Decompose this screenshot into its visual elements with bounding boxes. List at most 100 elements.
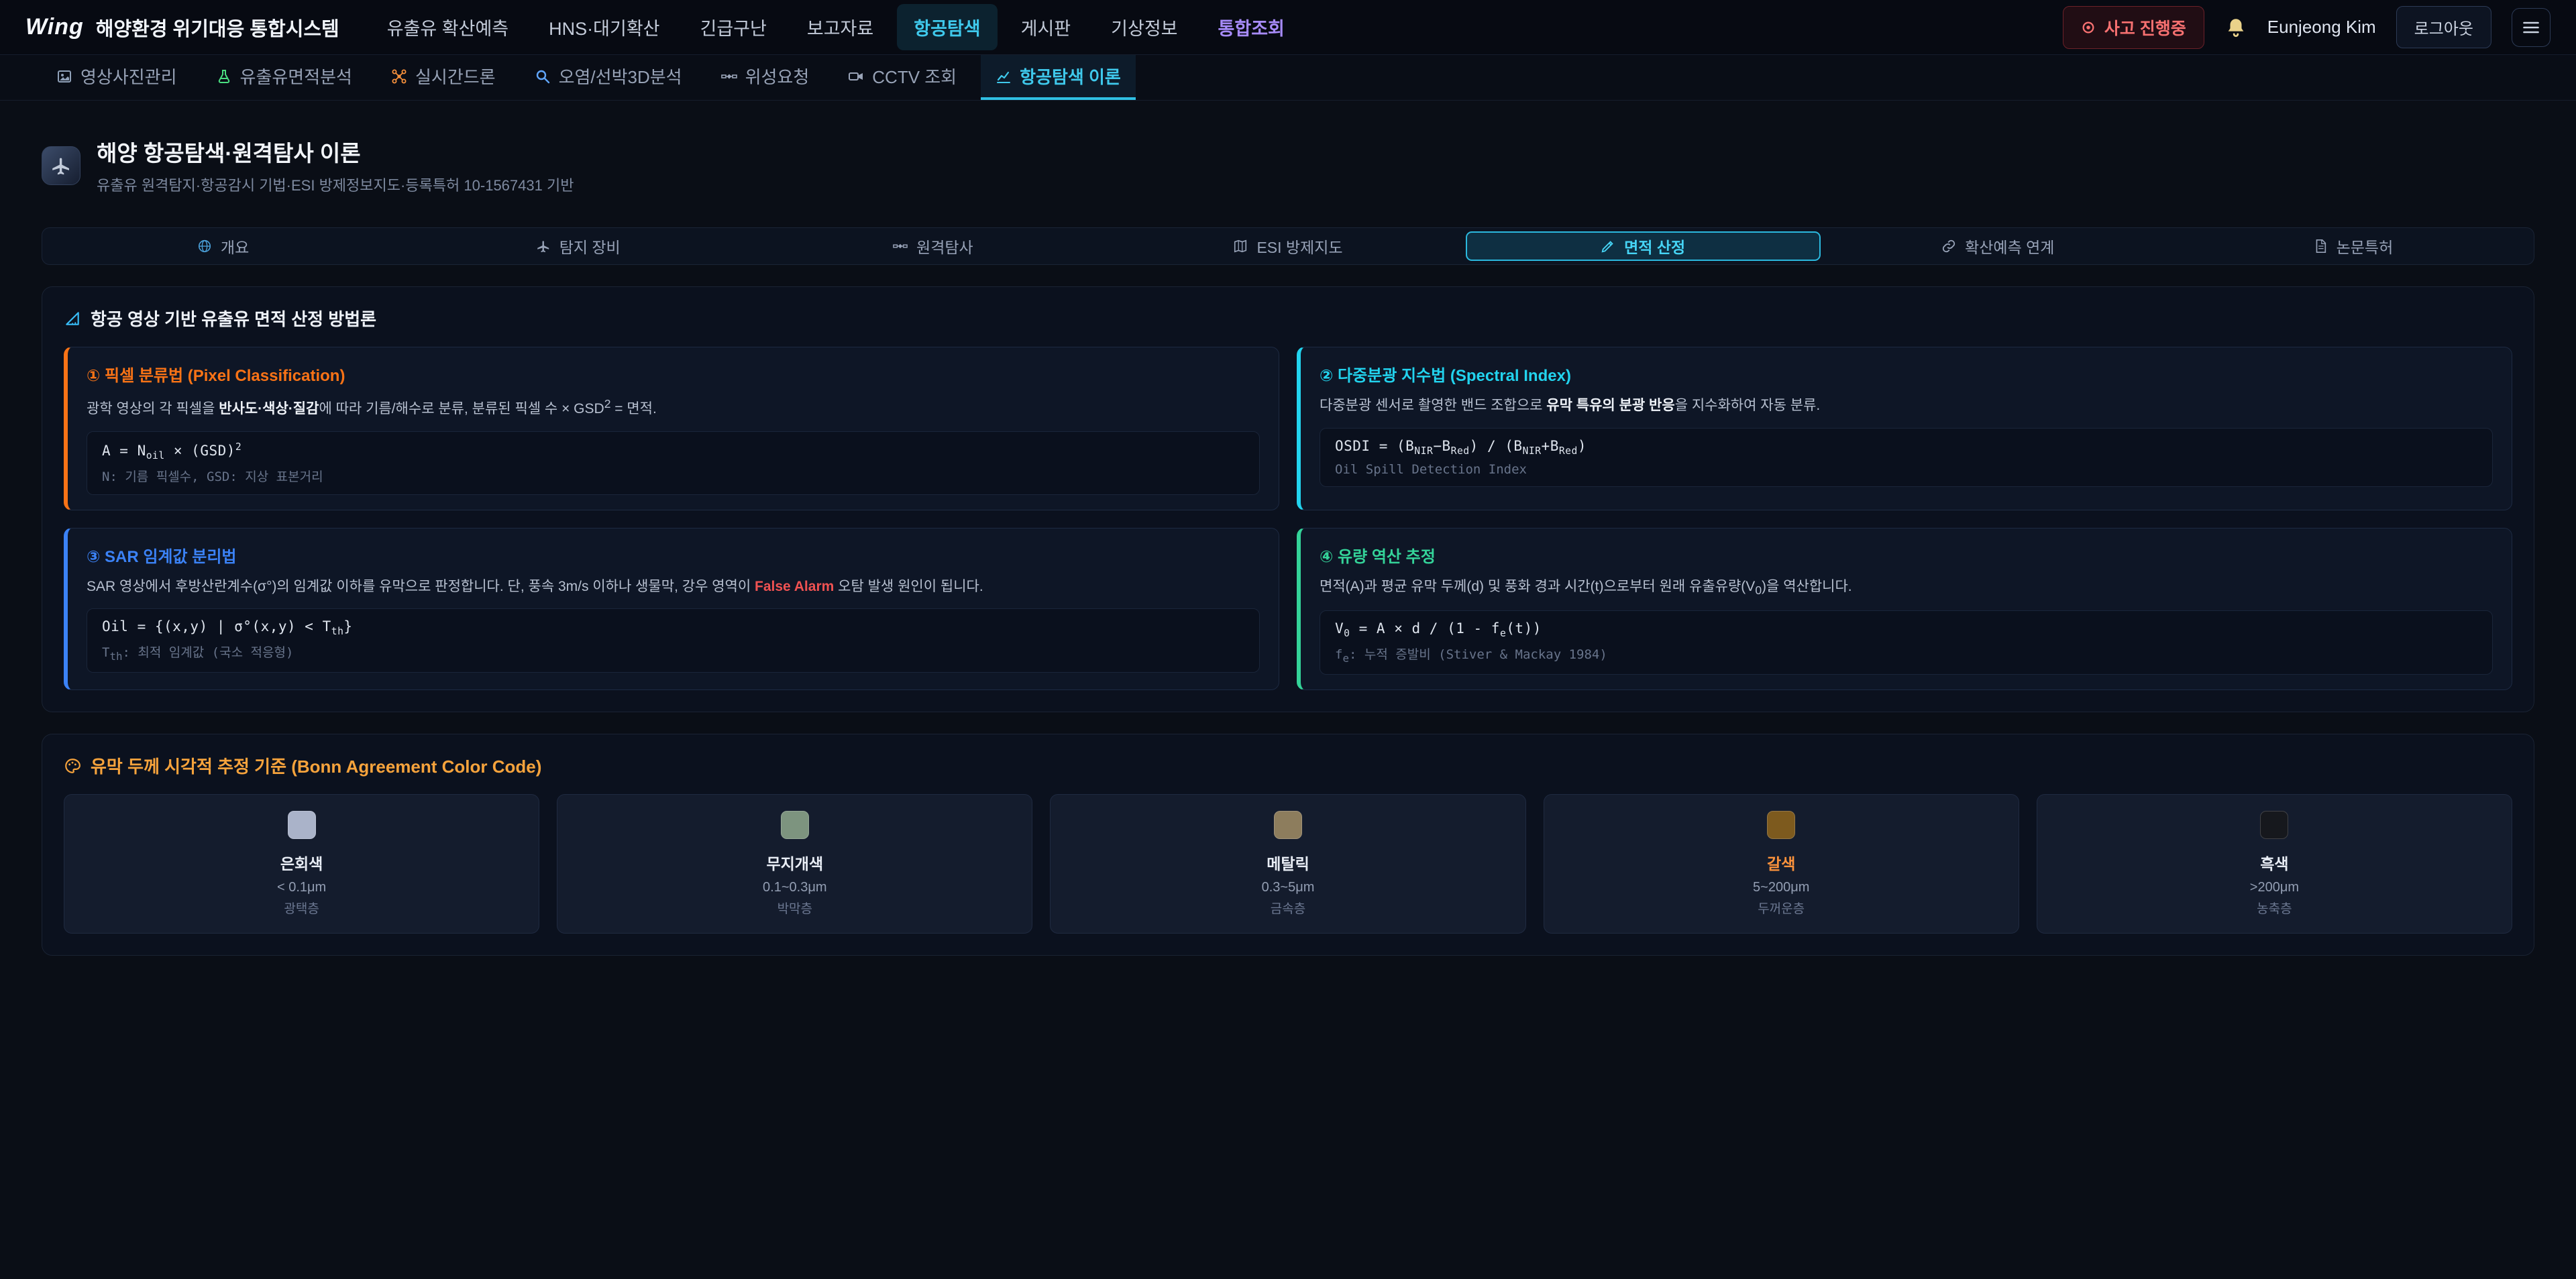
method-card-description: SAR 영상에서 후방산란계수(σ°)의 임계값 이하를 유막으로 판정합니다.… [87, 576, 1260, 598]
formula-note: N: 기름 픽셀수, GSD: 지상 표본거리 [102, 467, 1244, 485]
subnav-aerial-theory[interactable]: 항공탐색 이론 [981, 55, 1136, 100]
menu-item-emergency-rescue[interactable]: 긴급구난 [684, 4, 784, 50]
page-title: 해양 항공탐색·원격탐사 이론 [97, 135, 574, 168]
tab-area-calculation[interactable]: 면적 산정 [1466, 231, 1821, 261]
thickness-name: 은회색 [78, 851, 525, 874]
subnav-label: 항공탐색 이론 [1020, 64, 1121, 89]
theory-tab-bar: 개요 탐지 장비 원격탐사 ESI 방제지도 면적 산정 [42, 227, 2534, 265]
menu-item-oil-spill-prediction[interactable]: 유출유 확산예측 [370, 4, 525, 50]
formula: V0 = A × d / (1 - fe(t)) [1335, 620, 2477, 639]
incident-status-badge[interactable]: 사고 진행중 [2063, 6, 2204, 49]
thickness-card-metallic: 메탈릭 0.3~5μm 금속층 [1050, 794, 1525, 934]
thickness-layer: 농축층 [2051, 899, 2498, 917]
formula: OSDI = (BNIR−BRed) / (BNIR+BRed) [1335, 438, 2477, 457]
main-menu: 유출유 확산예측 HNS·대기확산 긴급구난 보고자료 항공탐색 게시판 기상정… [370, 4, 1301, 50]
flask-icon [216, 68, 232, 85]
plane-icon [536, 239, 551, 254]
thickness-layer: 박막층 [571, 899, 1018, 917]
navbar-right: 사고 진행중 Eunjeong Kim 로그아웃 [2063, 6, 2551, 49]
hamburger-icon [2522, 18, 2540, 37]
thickness-card-silver-gray: 은회색 < 0.1μm 광택층 [64, 794, 539, 934]
subnav-label: CCTV 조회 [872, 64, 957, 89]
page-header-plane-icon [42, 146, 80, 185]
method-card-description: 광학 영상의 각 픽셀을 반사도·색상·질감에 따라 기름/해수로 분류, 분류… [87, 395, 1260, 421]
thickness-name: 갈색 [1558, 851, 2005, 874]
thickness-layer: 금속층 [1064, 899, 1511, 917]
methods-grid: ① 픽셀 분류법 (Pixel Classification) 광학 영상의 각… [64, 347, 2512, 690]
formula-block: A = Noil × (GSD)2 N: 기름 픽셀수, GSD: 지상 표본거… [87, 431, 1260, 495]
tab-label: 면적 산정 [1624, 235, 1685, 258]
area-calculation-methods-panel: 항공 영상 기반 유출유 면적 산정 방법론 ① 픽셀 분류법 (Pixel C… [42, 286, 2534, 712]
subnav-label: 유출유면적분석 [240, 64, 352, 89]
notifications-bell-icon[interactable] [2224, 16, 2247, 39]
bonn-grid: 은회색 < 0.1μm 광택층 무지개색 0.1~0.3μm 박막층 메탈릭 0… [64, 794, 2512, 934]
document-icon [2313, 239, 2328, 254]
top-navbar: Wing 해양환경 위기대응 통합시스템 유출유 확산예측 HNS·대기확산 긴… [0, 0, 2576, 55]
thickness-layer: 두꺼운층 [1558, 899, 2005, 917]
thickness-range: >200μm [2051, 880, 2498, 895]
subnav-image-management[interactable]: 영상사진관리 [42, 55, 192, 100]
color-swatch [2260, 811, 2288, 839]
tab-overview[interactable]: 개요 [46, 231, 400, 261]
menu-item-aerial-search[interactable]: 항공탐색 [897, 4, 997, 50]
subnav-label: 위성요청 [745, 64, 810, 89]
chart-icon [996, 68, 1012, 85]
formula: Oil = {(x,y) | σ°(x,y) < Tth} [102, 618, 1244, 637]
color-swatch [1274, 811, 1302, 839]
method-card-description: 다중분광 센서로 촬영한 밴드 조합으로 유막 특유의 분광 반응을 지수화하여… [1320, 395, 2493, 417]
thickness-name: 메탈릭 [1064, 851, 1511, 874]
main-content: 해양 항공탐색·원격탐사 이론 유출유 원격탐지·항공감시 기법·ESI 방제정… [0, 101, 2576, 956]
tab-papers-patents[interactable]: 논문특허 [2176, 231, 2530, 261]
method-card-sar-threshold: ③ SAR 임계값 분리법 SAR 영상에서 후방산란계수(σ°)의 임계값 이… [64, 528, 1279, 690]
tab-diffusion-link[interactable]: 확산예측 연계 [1821, 231, 2176, 261]
tab-label: 원격탐사 [916, 235, 973, 258]
sub-navigation: 영상사진관리 유출유면적분석 실시간드론 오염/선박3D분석 위성요청 CCTV… [0, 55, 2576, 101]
thickness-range: 5~200μm [1558, 880, 2005, 895]
method-card-description: 면적(A)과 평균 유막 두께(d) 및 풍화 경과 시간(t)으로부터 원래 … [1320, 576, 2493, 600]
method-card-title: ④ 유량 역산 추정 [1320, 543, 2493, 567]
formula-note: Oil Spill Detection Index [1335, 462, 2477, 477]
subnav-cctv-view[interactable]: CCTV 조회 [833, 55, 971, 100]
method-card-volume-back-estimation: ④ 유량 역산 추정 면적(A)과 평균 유막 두께(d) 및 풍화 경과 시간… [1297, 528, 2512, 690]
subnav-pollution-ship-3d[interactable]: 오염/선박3D분석 [520, 55, 697, 100]
hamburger-menu-button[interactable] [2512, 8, 2551, 47]
set-square-icon [64, 310, 81, 327]
page-header-text: 해양 항공탐색·원격탐사 이론 유출유 원격탐지·항공감시 기법·ESI 방제정… [97, 135, 574, 195]
tab-label: 논문특허 [2337, 235, 2394, 258]
thickness-range: < 0.1μm [78, 880, 525, 895]
formula-block: Oil = {(x,y) | σ°(x,y) < Tth} Tth: 최적 임계… [87, 608, 1260, 673]
color-swatch [781, 811, 809, 839]
menu-item-integrated-view[interactable]: 통합조회 [1201, 4, 1301, 50]
thickness-name: 무지개색 [571, 851, 1018, 874]
page-subtitle: 유출유 원격탐지·항공감시 기법·ESI 방제정보지도·등록특허 10-1567… [97, 174, 574, 195]
method-card-title: ② 다중분광 지수법 (Spectral Index) [1320, 362, 2493, 386]
formula: A = Noil × (GSD)2 [102, 441, 1244, 461]
subnav-label: 실시간드론 [415, 64, 496, 89]
subnav-realtime-drone[interactable]: 실시간드론 [376, 55, 511, 100]
subnav-oil-area-analysis[interactable]: 유출유면적분석 [201, 55, 367, 100]
bonn-heading-label: 유막 두께 시각적 추정 기준 (Bonn Agreement Color Co… [91, 753, 541, 778]
magnifier-icon [535, 68, 551, 85]
subnav-satellite-request[interactable]: 위성요청 [706, 55, 824, 100]
menu-item-hns-air-diffusion[interactable]: HNS·대기확산 [532, 4, 676, 50]
satellite-icon [893, 239, 908, 254]
tab-esi-map[interactable]: ESI 방제지도 [1110, 231, 1465, 261]
thickness-layer: 광택층 [78, 899, 525, 917]
subnav-label: 오염/선박3D분석 [559, 64, 682, 89]
satellite-icon [721, 68, 737, 85]
logout-button[interactable]: 로그아웃 [2396, 6, 2491, 48]
thickness-name: 흑색 [2051, 851, 2498, 874]
thickness-card-brown: 갈색 5~200μm 두꺼운층 [1544, 794, 2019, 934]
tab-detection-equipment[interactable]: 탐지 장비 [400, 231, 755, 261]
menu-item-weather-info[interactable]: 기상정보 [1094, 4, 1194, 50]
menu-item-board[interactable]: 게시판 [1004, 4, 1088, 50]
drone-icon [391, 68, 407, 85]
tab-remote-sensing[interactable]: 원격탐사 [755, 231, 1110, 261]
app-title: 해양환경 위기대응 통합시스템 [96, 13, 339, 42]
menu-item-reports[interactable]: 보고자료 [790, 4, 890, 50]
brand[interactable]: Wing 해양환경 위기대응 통합시스템 [25, 13, 339, 42]
map-icon [1233, 239, 1248, 254]
subnav-label: 영상사진관리 [80, 64, 177, 89]
incident-status-label: 사고 진행중 [2104, 15, 2186, 40]
formula-note: Tth: 최적 임계값 (국소 적응형) [102, 643, 1244, 663]
